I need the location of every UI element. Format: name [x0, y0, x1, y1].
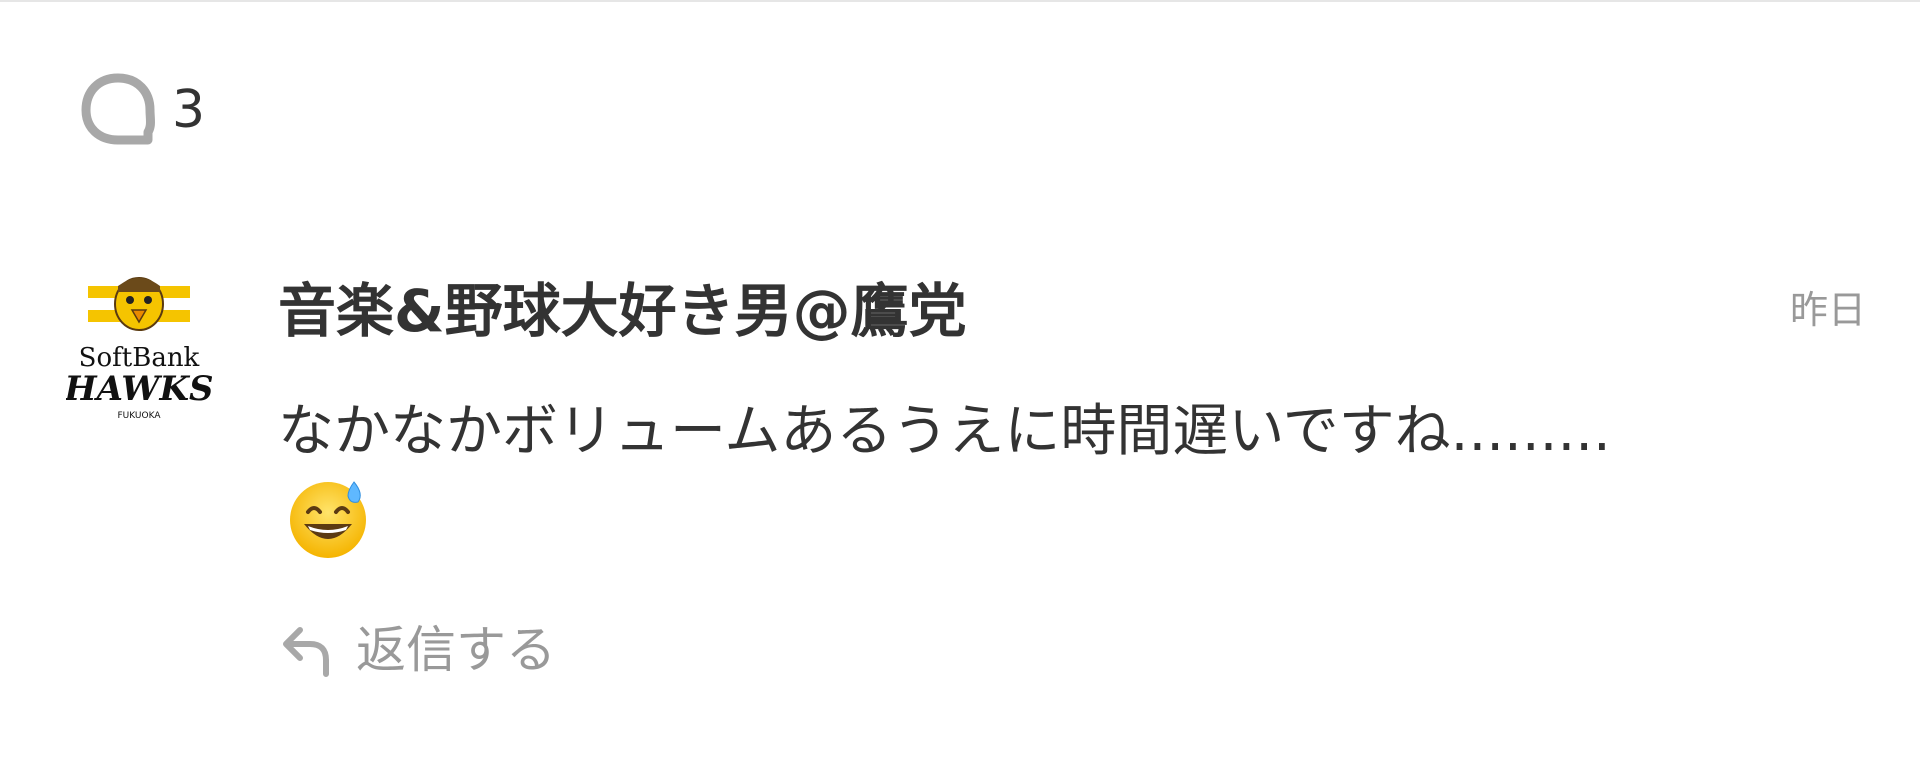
reply-arrow-icon — [278, 620, 338, 680]
comment-author[interactable]: 音楽&野球大好き男@鷹党 — [278, 279, 967, 344]
comment-time: 昨日 — [1789, 288, 1866, 332]
reply-button[interactable]: 返信する — [278, 620, 556, 680]
avatar-hawks-text: HAWKS — [66, 369, 212, 409]
comment-bubble-icon — [78, 70, 158, 150]
grinning-face-with-sweat-emoji — [286, 476, 370, 560]
divider — [0, 0, 1920, 2]
comment-item: SoftBank HAWKS FUKUOKA 音楽&野球大好き男@鷹党 昨日 な… — [63, 268, 1866, 708]
avatar[interactable]: SoftBank HAWKS FUKUOKA — [63, 268, 214, 428]
comment-count-value: 3 — [172, 80, 206, 140]
comment-count[interactable]: 3 — [78, 72, 205, 148]
avatar-fukuoka-text: FUKUOKA — [118, 411, 162, 421]
reply-label: 返信する — [356, 621, 556, 679]
comment-section: 3 SoftBank HAWKS FUKUOKA 音楽&野球大好き男@鷹党 昨日… — [0, 0, 1920, 763]
comment-text-content: なかなかボリュームあるうえに時間遅いですね......... — [278, 399, 1611, 464]
comment-text: なかなかボリュームあるうえに時間遅いですね......... — [278, 388, 1698, 570]
